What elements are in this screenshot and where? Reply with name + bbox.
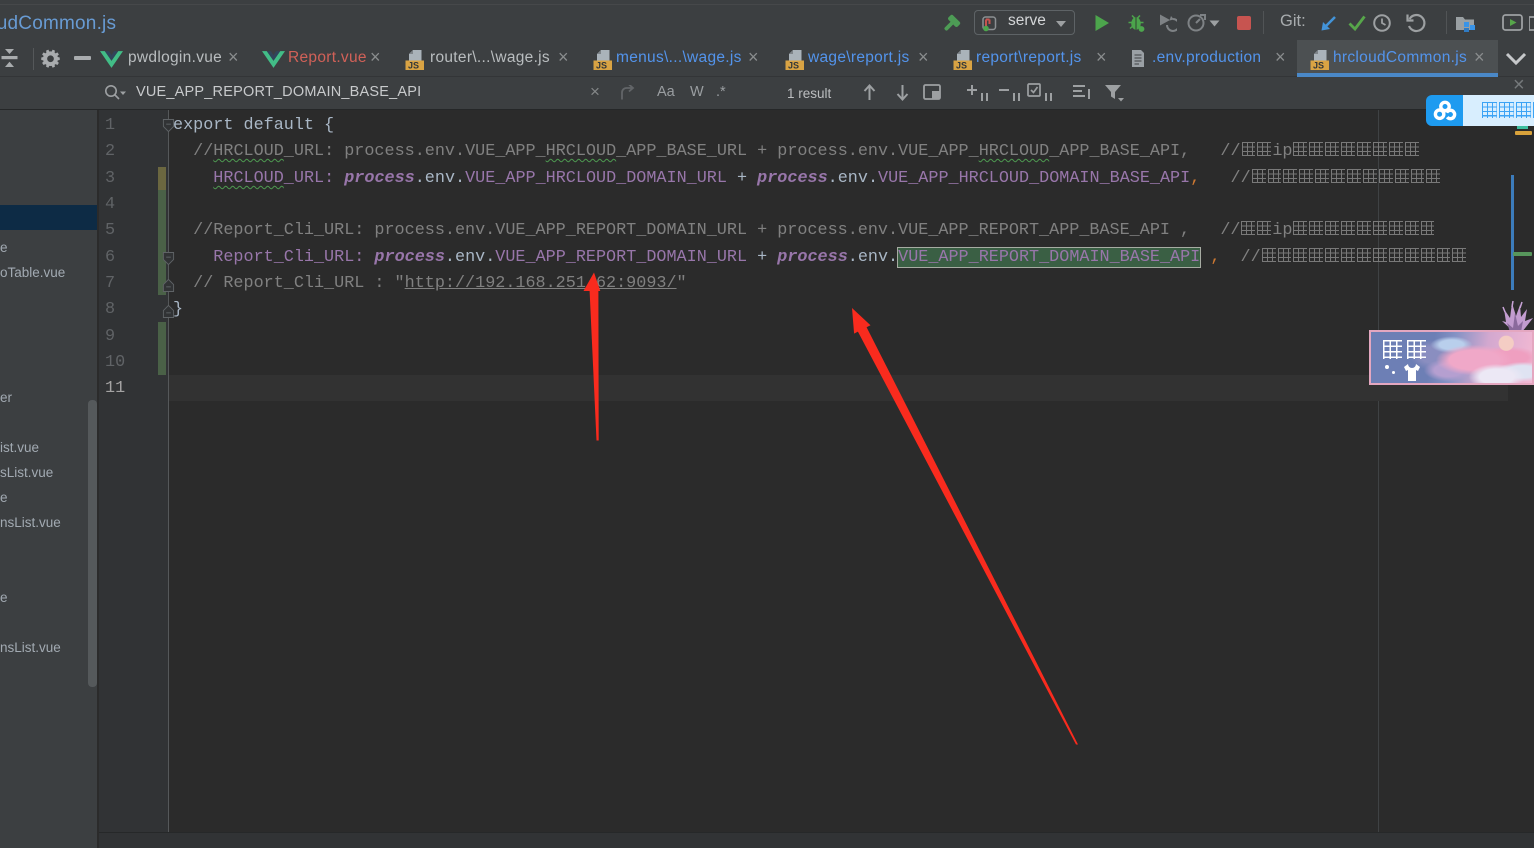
svg-text:JS: JS [788, 61, 799, 71]
svg-text:JS: JS [956, 61, 967, 71]
svg-text:JS: JS [1313, 61, 1324, 71]
svg-text:JS: JS [596, 61, 607, 71]
svg-text:JS: JS [408, 61, 419, 71]
